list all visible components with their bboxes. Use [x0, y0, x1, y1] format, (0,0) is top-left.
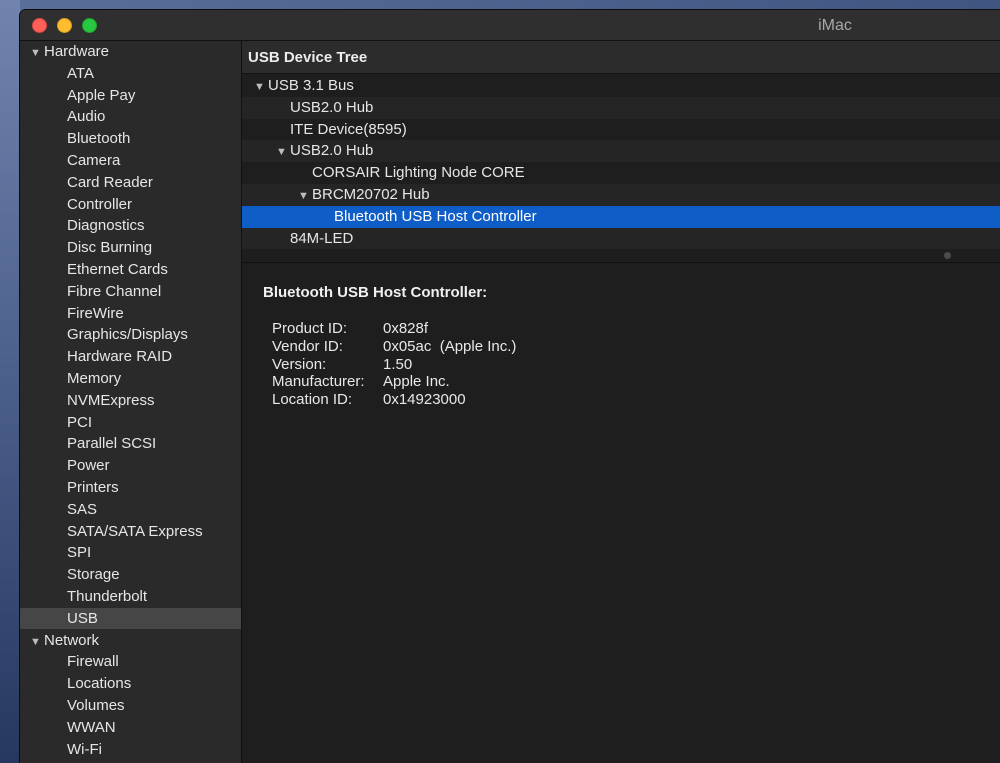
field-value: 0x14923000	[383, 391, 466, 409]
tree-header: USB Device Tree	[242, 41, 1000, 74]
disclosure-triangle-icon[interactable]: ▼	[30, 632, 44, 653]
sidebar-item-camera[interactable]: Camera	[20, 150, 241, 171]
tree-row-label: 84M-LED	[290, 229, 354, 247]
field-key: Product ID:	[272, 320, 348, 337]
sidebar-item-sas[interactable]: SAS	[20, 499, 241, 520]
sidebar-item-sata-sata-express[interactable]: SATA/SATA Express	[20, 521, 241, 542]
sidebar-item-card-reader[interactable]: Card Reader	[20, 172, 241, 193]
sidebar-item-memory[interactable]: Memory	[20, 368, 241, 389]
sidebar-item-storage[interactable]: Storage	[20, 564, 241, 585]
tree-scrollbar[interactable]	[242, 250, 1000, 263]
field-key: Manufacturer:	[272, 373, 365, 391]
field-value: 0x828f	[383, 320, 429, 337]
tree-row[interactable]: CORSAIR Lighting Node CORE	[242, 162, 1000, 184]
sidebar: ▼ Hardware ATA Apple Pay Audio Bluetooth Camer…	[20, 41, 242, 763]
tree-row[interactable]: ▼ USB2.0 Hub	[242, 140, 1000, 163]
tree-row-label: USB2.0 Hub	[290, 142, 374, 160]
sidebar-item-firewire[interactable]: FireWire	[20, 303, 241, 324]
usb-device-tree: ▼ USB 3.1 Bus USB2.0 Hub ITE Device(8595) ▼ U…	[242, 75, 1000, 261]
sidebar-item-power[interactable]: Power	[20, 455, 241, 476]
sidebar-item-wi-fi[interactable]: Wi-Fi	[20, 739, 241, 760]
detail-title: Bluetooth USB Host Controller:	[263, 284, 488, 301]
sidebar-item-fibre-channel[interactable]: Fibre Channel	[20, 281, 241, 302]
disclosure-triangle-icon[interactable]: ▼	[298, 185, 312, 207]
main-pane: USB Device Tree ▼ USB 3.1 Bus USB2.0 Hub IT…	[242, 41, 1000, 763]
tree-row[interactable]: USB2.0 Hub	[242, 96, 1000, 119]
tree-row-label: BRCM20702 Hub	[312, 186, 430, 203]
tree-row-label: CORSAIR Lighting Node CORE	[312, 164, 525, 182]
sidebar-item-spi[interactable]: SPI	[20, 542, 241, 563]
field-key: Vendor ID:	[272, 337, 343, 355]
desktop-background	[0, 0, 20, 763]
tree-row-label: USB 3.1 Bus	[268, 77, 354, 94]
tree-row[interactable]: 84M-LED	[242, 227, 1000, 250]
field-key: Version:	[272, 355, 327, 373]
disclosure-triangle-icon[interactable]: ▼	[276, 141, 290, 163]
zoom-button[interactable]	[82, 18, 97, 33]
sidebar-item-printers[interactable]: Printers	[20, 477, 241, 498]
sidebar-section-label: Network	[44, 631, 100, 649]
field-key: Location ID:	[272, 391, 353, 409]
sidebar-item-controller[interactable]: Controller	[20, 194, 241, 215]
sidebar-section-network[interactable]: ▼ Network	[20, 630, 251, 651]
disclosure-triangle-icon[interactable]: ▼	[30, 43, 44, 64]
system-information-window: iMac ▼ Hardware ATA Apple Pay Audio Bluetooth…	[20, 10, 1000, 763]
sidebar-item-bluetooth[interactable]: Bluetooth	[20, 128, 241, 149]
sidebar-item-graphics-displays[interactable]: Graphics/Displays	[20, 324, 241, 345]
sidebar-item-wwan[interactable]: WWAN	[20, 717, 241, 738]
tree-row[interactable]: ▼ BRCM20702 Hub	[242, 184, 1000, 206]
title-bar[interactable]: iMac	[20, 10, 1000, 41]
sidebar-item-diagnostics[interactable]: Diagnostics	[20, 215, 241, 236]
disclosure-triangle-icon[interactable]: ▼	[254, 76, 268, 98]
sidebar-item-firewall[interactable]: Firewall	[20, 651, 241, 672]
sidebar-item-ethernet-cards[interactable]: Ethernet Cards	[20, 259, 241, 280]
tree-row[interactable]: ITE Device(8595)	[242, 119, 1000, 141]
tree-row[interactable]: Bluetooth USB Host Controller	[242, 205, 1000, 228]
tree-row[interactable]: ▼ USB 3.1 Bus	[242, 75, 1000, 97]
detail-field: Product ID: 0x828f	[272, 320, 428, 337]
sidebar-item-volumes[interactable]: Volumes	[20, 695, 241, 716]
detail-pane: Bluetooth USB Host Controller: Product I…	[242, 263, 1000, 763]
sidebar-item-audio[interactable]: Audio	[20, 106, 241, 127]
field-value: 0x05ac (Apple Inc.)	[383, 337, 517, 355]
tree-row-label: Bluetooth USB Host Controller	[334, 207, 537, 225]
tree-row-label: ITE Device(8595)	[290, 120, 407, 138]
sidebar-item-ata[interactable]: ATA	[20, 63, 241, 84]
sidebar-item-hardware-raid[interactable]: Hardware RAID	[20, 346, 241, 367]
close-button[interactable]	[32, 18, 47, 33]
sidebar-item-usb[interactable]: USB	[20, 607, 241, 629]
sidebar-item-apple-pay[interactable]: Apple Pay	[20, 85, 241, 106]
window-title: iMac	[818, 17, 852, 34]
sidebar-section-label: Hardware	[44, 43, 110, 60]
tree-row-label: USB2.0 Hub	[290, 98, 374, 116]
field-value: Apple Inc.	[383, 373, 450, 391]
minimize-button[interactable]	[57, 18, 72, 33]
sidebar-item-pci[interactable]: PCI	[20, 412, 241, 433]
sidebar-section-hardware[interactable]: ▼ Hardware	[20, 41, 251, 62]
sidebar-item-disc-burning[interactable]: Disc Burning	[20, 237, 241, 258]
detail-field: Location ID: 0x14923000	[272, 391, 466, 408]
sidebar-item-parallel-scsi[interactable]: Parallel SCSI	[20, 433, 241, 454]
detail-field: Vendor ID: 0x05ac (Apple Inc.)	[272, 338, 516, 355]
detail-field: Version: 1.50	[272, 356, 412, 373]
sidebar-item-nvmexpress[interactable]: NVMExpress	[20, 390, 241, 411]
sidebar-item-thunderbolt[interactable]: Thunderbolt	[20, 586, 241, 607]
scroll-knob[interactable]	[944, 252, 951, 259]
sidebar-item-locations[interactable]: Locations	[20, 673, 241, 694]
field-value: 1.50	[383, 355, 413, 373]
detail-field: Manufacturer: Apple Inc.	[272, 373, 450, 390]
